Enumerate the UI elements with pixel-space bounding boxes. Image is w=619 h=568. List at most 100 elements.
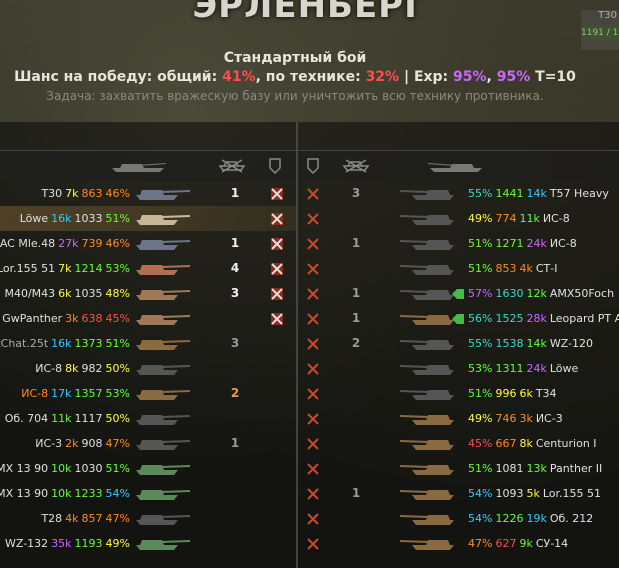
tank-icon xyxy=(400,415,454,425)
battles-count: 13k xyxy=(526,462,547,475)
enemy-player-row[interactable]: 55% 1441 14k T57 Heavy 3 xyxy=(298,181,619,206)
tank-icon xyxy=(136,440,190,450)
efficiency-rating: 667 xyxy=(495,437,517,450)
win-rate: 57% xyxy=(468,287,493,300)
ally-player-row[interactable]: Об. 704 11k 1117 50% xyxy=(0,406,296,431)
win-rate: 51% xyxy=(105,462,130,475)
enemy-player-row[interactable]: 56% 1525 28k Leopard PT A 1 xyxy=(298,306,619,331)
ally-player-row[interactable]: WZ-132 35k 1193 49% xyxy=(0,531,296,556)
player-stats: ИС-8 8k 982 50% xyxy=(32,356,130,381)
enemy-player-row[interactable]: 49% 774 11k ИС-8 xyxy=(298,206,619,231)
player-stats: ИС-3 2k 908 47% xyxy=(32,431,130,456)
enemy-player-row[interactable]: 45% 667 8k Centurion I xyxy=(298,431,619,456)
enemy-player-row[interactable]: 51% 853 4k СТ-I xyxy=(298,256,619,281)
tank-icon xyxy=(136,515,190,525)
player-name: AMX50Foch xyxy=(549,287,615,300)
battles-count: 9k xyxy=(519,537,533,550)
enemy-player-row[interactable]: 53% 1311 24k Löwe xyxy=(298,356,619,381)
player-name: Lor.155 51 xyxy=(0,262,56,275)
player-name: AMX 13 90 xyxy=(0,487,49,500)
efficiency-rating: 863 xyxy=(81,187,103,200)
player-name: Leopard PT A xyxy=(549,312,619,325)
win-rate: 54% xyxy=(468,487,493,500)
battles-count: 17k xyxy=(51,387,72,400)
ally-player-row[interactable]: AMX 13 9010k103051% xyxy=(0,456,296,481)
player-stats: AMX 13 9010k123354% xyxy=(0,481,130,506)
efficiency-rating: 1357 xyxy=(74,387,103,400)
ally-player-row[interactable]: AMX 13 9010k123354% xyxy=(0,481,296,506)
ally-player-row[interactable]: ИС-8 17k 1357 53% 2 xyxy=(0,381,296,406)
enemy-player-row[interactable]: 51% 1081 13k Panther II xyxy=(298,456,619,481)
player-name: ИС-8 xyxy=(35,362,63,375)
ally-player-row[interactable]: BatChat.25t16k137351% 3 xyxy=(0,331,296,356)
corner-hp-bar: 1191 / 1 xyxy=(581,26,619,40)
efficiency-rating: 982 xyxy=(81,362,103,375)
crossed-swords-icon xyxy=(271,213,283,225)
tank-icon xyxy=(400,290,454,300)
minimap-corner: T30 1191 / 1 xyxy=(581,10,619,50)
ally-player-row[interactable]: AC Mle.48 27k 739 46% 1 xyxy=(0,231,296,256)
player-name: T30 xyxy=(41,187,63,200)
efficiency-rating: 1093 xyxy=(495,487,524,500)
frags-count: 4 xyxy=(230,261,240,275)
enemy-player-row[interactable]: 51% 996 6k T34 xyxy=(298,381,619,406)
player-name: СУ-14 xyxy=(535,537,569,550)
enemy-player-row[interactable]: 54% 1226 19k Об. 212 xyxy=(298,506,619,531)
ally-player-row[interactable]: GwPanther 3k 638 45% xyxy=(0,306,296,331)
battles-count: 11k xyxy=(51,412,72,425)
enemy-player-row[interactable]: 54% 1093 5k Lor.155 51 1 xyxy=(298,481,619,506)
win-tech-label: , по технике: xyxy=(255,69,366,85)
frags-count: 1 xyxy=(351,311,361,325)
battles-count: 11k xyxy=(519,212,540,225)
win-chance-tech: 32% xyxy=(365,69,400,85)
ally-player-row[interactable]: Löwe 16k 1033 51% xyxy=(0,206,296,231)
enemy-player-row[interactable]: 51% 1271 24k ИС-8 1 xyxy=(298,231,619,256)
battles-count: 3k xyxy=(65,312,79,325)
efficiency-rating: 1214 xyxy=(74,262,103,275)
enemy-player-row[interactable]: 57% 1630 12k AMX50Foch 1 xyxy=(298,281,619,306)
ally-player-row[interactable]: T28 4k 857 47% xyxy=(0,506,296,531)
battles-count: 8k xyxy=(65,362,79,375)
battles-count: 4k xyxy=(519,262,533,275)
ally-player-row[interactable]: ИС-8 8k 982 50% xyxy=(0,356,296,381)
crossed-swords-icon xyxy=(307,213,319,225)
tank-icon xyxy=(400,365,454,375)
frags-count: 3 xyxy=(230,336,240,350)
enemy-player-row[interactable]: 49% 746 3k ИС-3 xyxy=(298,406,619,431)
battle-task: Задача: захватить вражескую базу или уни… xyxy=(46,89,544,103)
tank-icon xyxy=(400,265,454,275)
battle-type: Стандартный бой xyxy=(223,50,367,66)
vehicle-status-icon xyxy=(269,158,281,174)
player-name: ИС-3 xyxy=(535,412,563,425)
efficiency-rating: 1525 xyxy=(495,312,524,325)
player-name: Löwe xyxy=(549,362,579,375)
player-stats: T30 7k 863 46% xyxy=(38,181,130,206)
win-rate: 56% xyxy=(468,312,493,325)
efficiency-rating: 1441 xyxy=(495,187,524,200)
player-stats: 51% 1081 13k Panther II xyxy=(468,456,605,481)
crossed-swords-icon xyxy=(307,413,319,425)
tier-value: T=10 xyxy=(530,69,576,85)
player-name: T34 xyxy=(535,387,557,400)
player-name: GwPanther xyxy=(2,312,63,325)
ally-player-row[interactable]: T30 7k 863 46% 1 xyxy=(0,181,296,206)
enemy-player-row[interactable]: 55% 1538 14k WZ-120 2 xyxy=(298,331,619,356)
ally-player-row[interactable]: M40/M43 6k 1035 48% 3 xyxy=(0,281,296,306)
crossed-swords-icon xyxy=(307,363,319,375)
ally-player-row[interactable]: Lor.155 51 7k 1214 53% 4 xyxy=(0,256,296,281)
player-stats: 54% 1093 5k Lor.155 51 xyxy=(468,481,604,506)
frags-count: 1 xyxy=(351,236,361,250)
enemy-player-row[interactable]: 47% 627 9k СУ-14 xyxy=(298,531,619,556)
crossed-swords-icon xyxy=(307,488,319,500)
player-name: M40/M43 xyxy=(4,287,56,300)
battles-count: 4k xyxy=(65,512,79,525)
battles-count: 5k xyxy=(526,487,540,500)
ally-header xyxy=(0,150,296,181)
player-stats: 57% 1630 12k AMX50Foch xyxy=(468,281,617,306)
crossed-swords-icon xyxy=(307,313,319,325)
crossed-swords-icon xyxy=(271,238,283,250)
corner-tank-label: T30 xyxy=(598,10,617,21)
ally-player-row[interactable]: ИС-3 2k 908 47% 1 xyxy=(0,431,296,456)
battles-count: 8k xyxy=(519,437,533,450)
tank-icon xyxy=(136,290,190,300)
